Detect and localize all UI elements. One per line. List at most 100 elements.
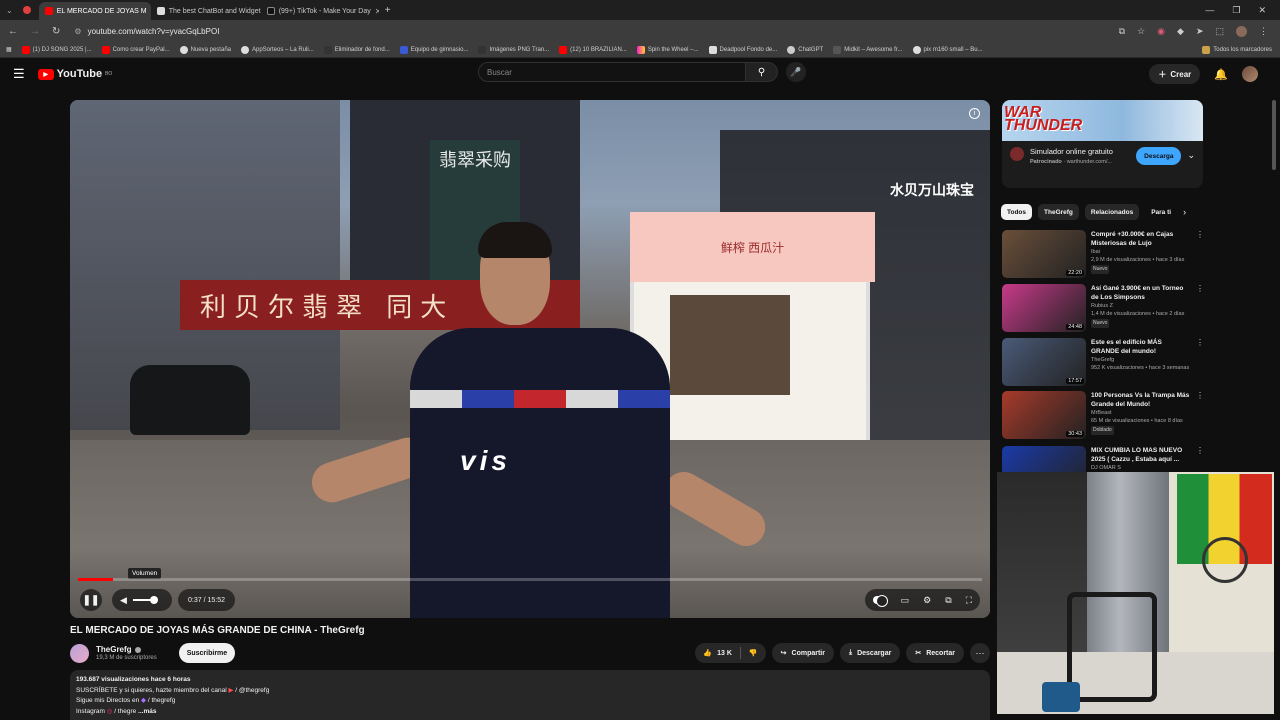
more-vert-icon[interactable]: ⋮ (1196, 391, 1204, 441)
forward-icon[interactable]: → (30, 26, 40, 37)
volume-control[interactable]: ◀ (112, 589, 172, 611)
ad-banner[interactable]: WAR THUNDER (1002, 100, 1203, 141)
description-box[interactable]: 193.687 visualizaciones hace 6 horas SUS… (70, 670, 990, 720)
chevron-down-icon[interactable]: ⌄ (1187, 150, 1195, 167)
rec-title[interactable]: MIX CUMBIA LO MAS NUEVO 2025 ( Cazzu , E… (1091, 446, 1191, 464)
clip-button[interactable]: ✂ Recortar (906, 643, 964, 663)
desc-link[interactable]: / thegrefg (148, 697, 175, 704)
install-icon[interactable]: ⧉ (1119, 26, 1125, 37)
tab-search-icon[interactable]: ⌄ (6, 6, 13, 15)
dislike-button[interactable]: 👎 (741, 643, 766, 663)
extensions-puzzle-icon[interactable]: ⬚ (1215, 26, 1224, 37)
back-icon[interactable]: ← (8, 26, 18, 37)
ad-title[interactable]: Simulador online gratuito (1030, 147, 1113, 157)
restore-icon[interactable]: ❐ (1232, 5, 1240, 16)
more-vert-icon[interactable]: ⋮ (1196, 230, 1204, 280)
create-button[interactable]: ＋ Crear (1149, 64, 1201, 84)
bookmark-item[interactable]: ChatGPT (787, 45, 823, 54)
bookmark-item[interactable]: Spin the Wheel –... (636, 45, 699, 54)
channel-name-wrap[interactable]: TheGrefg (96, 645, 157, 654)
bookmark-item[interactable]: Equipo de gimnasio... (399, 45, 468, 54)
chip-para-ti[interactable]: Para ti (1145, 204, 1171, 220)
chip-thegrefg[interactable]: TheGrefg (1038, 204, 1079, 220)
bookmark-star-icon[interactable]: ☆ (1137, 26, 1145, 37)
autoplay-toggle[interactable] (872, 595, 888, 607)
channel-name[interactable]: TheGrefg (96, 645, 132, 654)
apps-grid-icon[interactable]: ▦ (6, 46, 12, 53)
profile-avatar[interactable] (1236, 25, 1247, 37)
share-button[interactable]: ↪ Compartir (771, 643, 834, 663)
extension-diamond-icon[interactable]: ◆ (1177, 26, 1184, 37)
desc-link[interactable]: / @thegrefg (235, 687, 269, 694)
account-avatar[interactable] (1242, 66, 1258, 82)
chip-todos[interactable]: Todos (1001, 204, 1033, 220)
video-thumbnail[interactable]: 24:48 (1002, 284, 1086, 332)
bookmark-item[interactable]: Eliminador de fond... (323, 45, 390, 54)
chevron-right-icon[interactable]: › (1183, 207, 1186, 217)
rec-title[interactable]: Así Gané 3.900€ en un Torneo de Los Simp… (1091, 284, 1191, 302)
recommendation-item[interactable]: 30:43 100 Personas Vs la Trampa Más Gran… (1002, 391, 1204, 441)
miniplayer-icon[interactable]: ⧉ (945, 595, 951, 606)
bookmark-item[interactable]: (12) 10 BRAZILIAN... (559, 45, 627, 54)
video-thumbnail[interactable]: 30:43 (1002, 391, 1086, 439)
subtitles-icon[interactable]: ▭ (901, 595, 910, 606)
ad-card[interactable]: WAR THUNDER Simulador online gratuito Pat… (1002, 100, 1203, 188)
page-scrollbar[interactable] (1272, 60, 1278, 400)
bookmark-item[interactable]: AppSorteos – La Ruli... (241, 45, 314, 54)
all-bookmarks[interactable]: Todos los marcadores (1202, 45, 1280, 54)
more-vert-icon[interactable]: ⋮ (1196, 338, 1204, 388)
fullscreen-icon[interactable]: ⛶ (966, 595, 972, 606)
recommendation-item[interactable]: 17:57 Este es el edificio MÁS GRANDE del… (1002, 338, 1204, 388)
bookmark-item[interactable]: Midkit – Awesome fr... (833, 45, 903, 54)
rec-channel[interactable]: Rubius Z (1091, 302, 1191, 310)
settings-gear-icon[interactable]: ⚙ (923, 595, 931, 606)
rec-title[interactable]: Compré +30.000€ en Cajas Misteriosas de … (1091, 230, 1191, 248)
show-more[interactable]: ...más (138, 708, 156, 715)
scrollbar-thumb[interactable] (1272, 100, 1276, 170)
bookmark-item[interactable]: (1) DJ SONG 2025 |... (21, 45, 92, 54)
rec-channel[interactable]: TheGrefg (1091, 356, 1191, 364)
reload-icon[interactable]: ↻ (52, 26, 60, 37)
extension-icon[interactable]: ◉ (1157, 26, 1165, 37)
url-field[interactable]: ⚙ youtube.com/watch?v=yvacGqLbPOI (74, 27, 219, 36)
tab-tiktok[interactable]: (99+) TikTok - Make Your Day ✕ (261, 2, 379, 20)
extension-arrow-icon[interactable]: ➤ (1196, 26, 1204, 37)
close-window-icon[interactable]: ✕ (1258, 5, 1266, 16)
volume-slider[interactable] (132, 596, 158, 604)
recommendation-item[interactable]: 22:20 Compré +30.000€ en Cajas Misterios… (1002, 230, 1204, 280)
notifications-bell-icon[interactable]: 🔔 (1214, 68, 1228, 81)
progress-bar[interactable] (78, 578, 982, 581)
chip-relacionados[interactable]: Relacionados (1084, 204, 1140, 220)
video-player[interactable]: 翡翠采购 水贝万山珠宝 利贝尔翡翠 同大 鲜榨 西瓜汁 vis i Volume… (70, 100, 990, 618)
rec-title[interactable]: 100 Personas Vs la Trampa Más Grande del… (1091, 391, 1191, 409)
volume-knob[interactable] (149, 596, 158, 604)
pause-button[interactable]: ❚❚ (80, 589, 102, 611)
video-thumbnail[interactable]: 17:57 (1002, 338, 1086, 386)
rec-channel[interactable]: DJ OMAR S (1091, 464, 1191, 472)
voice-search-button[interactable]: 🎤 (786, 62, 806, 82)
rec-channel[interactable]: Ibai (1091, 248, 1191, 256)
rec-channel[interactable]: MrBeast (1091, 409, 1191, 417)
new-tab-button[interactable]: + (385, 5, 391, 16)
bookmark-item[interactable]: pix m160 small – Bu... (912, 45, 983, 54)
search-button[interactable]: ⚲ (746, 62, 778, 82)
info-icon[interactable]: i (969, 108, 980, 119)
ad-download-button[interactable]: Descarga (1136, 147, 1182, 165)
more-vert-icon[interactable]: ⋮ (1196, 284, 1204, 334)
menu-icon[interactable]: ☰ (13, 66, 25, 82)
rec-title[interactable]: Este es el edificio MÁS GRANDE del mundo… (1091, 338, 1191, 356)
subscribe-button[interactable]: Suscribirme (178, 643, 236, 663)
recommendation-item[interactable]: 24:48 Así Gané 3.900€ en un Torneo de Lo… (1002, 284, 1204, 334)
bookmark-item[interactable]: Nueva pestaña (179, 45, 231, 54)
search-input[interactable] (478, 62, 746, 82)
download-button[interactable]: ⤓ Descargar (839, 643, 901, 663)
tab-chatbot[interactable]: The best ChatBot and Widget ✕ (151, 2, 261, 20)
desc-link[interactable]: / thegre (114, 708, 136, 715)
bookmark-item[interactable]: Como crear PayPal... (101, 45, 170, 54)
channel-avatar[interactable] (70, 643, 89, 663)
tab-youtube[interactable]: EL MERCADO DE JOYAS M 🔊 ✕ (38, 2, 151, 20)
tab-close-icon[interactable]: ✕ (375, 7, 379, 16)
bookmark-item[interactable]: Deadpool Fondo de... (708, 45, 777, 54)
minimize-icon[interactable]: — (1205, 5, 1214, 16)
video-thumbnail[interactable]: 22:20 (1002, 230, 1086, 278)
